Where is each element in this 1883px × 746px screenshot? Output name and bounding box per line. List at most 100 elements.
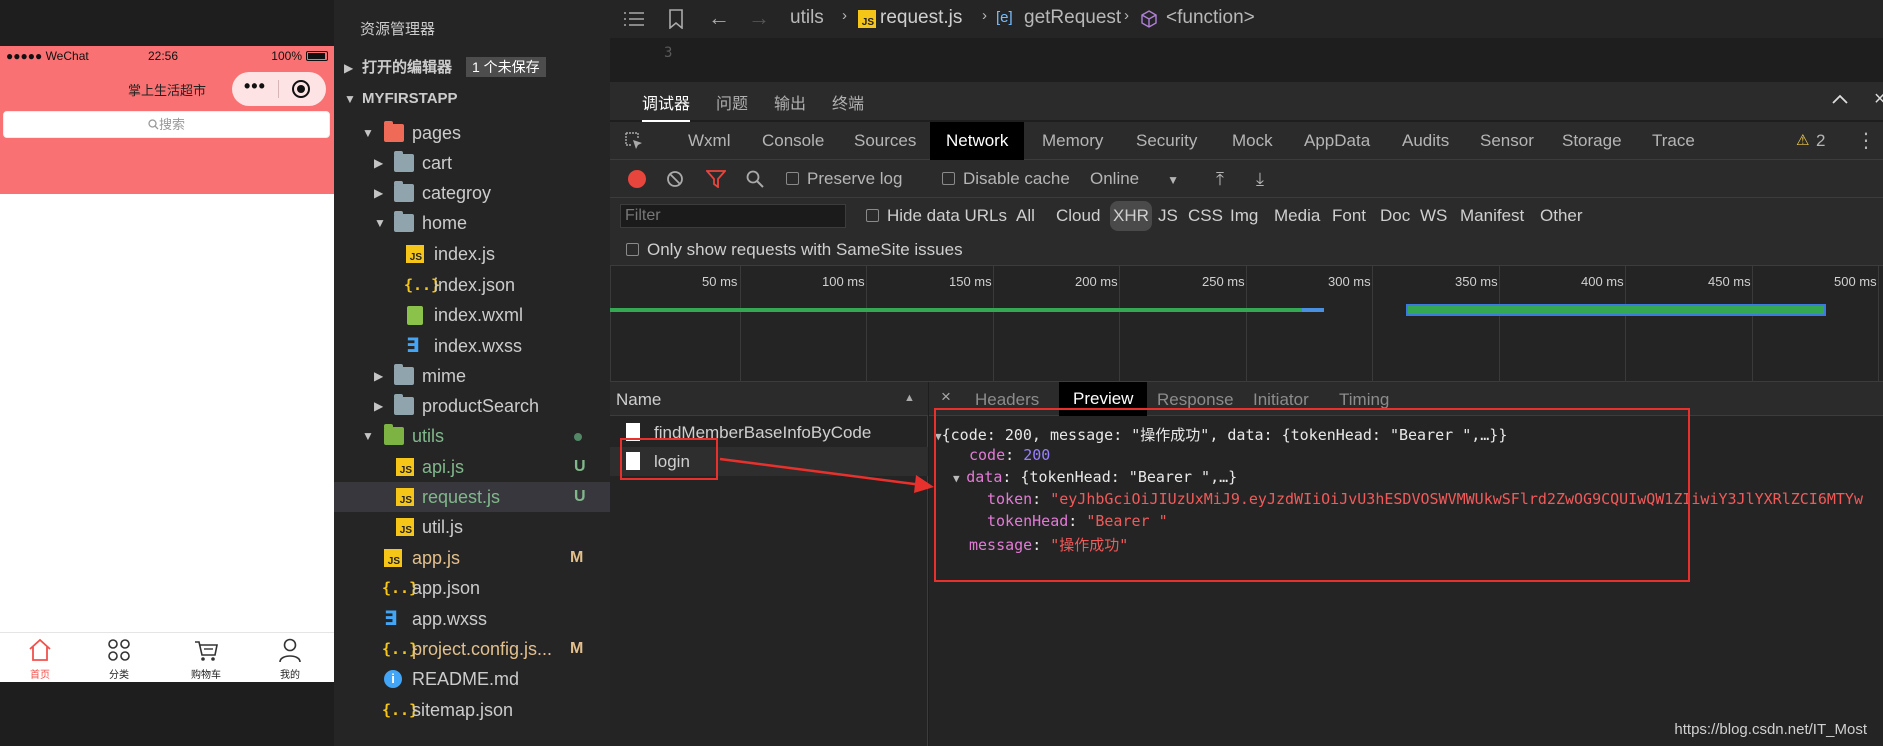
sort-asc-icon[interactable]: ▲ [904, 392, 915, 404]
warning-count[interactable]: 2 [1816, 122, 1825, 160]
tab-memory[interactable]: Memory [1042, 122, 1103, 160]
tree-item-categroy[interactable]: ▶ categroy [334, 178, 610, 208]
checkbox[interactable] [866, 209, 879, 222]
tree-item-index-json[interactable]: {..} index.json [334, 270, 610, 300]
filter-all[interactable]: All [1016, 198, 1035, 234]
breadcrumb-symbol[interactable]: getRequest [1024, 7, 1121, 29]
tree-item-pages[interactable]: ▼ pages [334, 118, 610, 148]
tab-mock[interactable]: Mock [1232, 122, 1273, 160]
tree-item-utils[interactable]: ▼ utils [334, 421, 610, 451]
tree-item-project-config[interactable]: {..} project.config.js... M [334, 634, 610, 664]
tab-problems[interactable]: 问题 [716, 90, 748, 114]
capsule-menu[interactable]: ••• [232, 72, 326, 106]
tree-item-app-js[interactable]: JS app.js M [334, 543, 610, 573]
tree-item-index-wxml[interactable]: index.wxml [334, 300, 610, 330]
filter-js[interactable]: JS [1158, 198, 1178, 234]
timeline-gridline [1246, 266, 1247, 382]
filter-icon[interactable] [706, 170, 726, 188]
filter-css[interactable]: CSS [1188, 198, 1223, 234]
list-icon[interactable] [624, 11, 644, 27]
tab-trace[interactable]: Trace [1652, 122, 1695, 160]
tab-audits[interactable]: Audits [1402, 122, 1449, 160]
samesite-checkbox[interactable]: Only show requests with SameSite issues [626, 234, 963, 266]
tab-appdata[interactable]: AppData [1304, 122, 1370, 160]
close-miniprogram-icon[interactable] [292, 80, 310, 98]
tree-item-productsearch[interactable]: ▶ productSearch [334, 391, 610, 421]
tab-security[interactable]: Security [1136, 122, 1197, 160]
tree-item-index-js[interactable]: JS index.js [334, 239, 610, 269]
import-har-icon[interactable]: ⤒ [1216, 160, 1224, 198]
tab-storage[interactable]: Storage [1562, 122, 1622, 160]
tree-item-util-js[interactable]: JS util.js [334, 512, 610, 542]
tab-response[interactable]: Response [1157, 390, 1234, 410]
filter-xhr[interactable]: XHR [1110, 201, 1152, 231]
checkbox[interactable] [942, 172, 955, 185]
tree-item-readme[interactable]: i README.md [334, 664, 610, 694]
filter-input[interactable]: Filter [620, 204, 846, 228]
forward-arrow-icon[interactable]: → [748, 5, 770, 31]
tab-initiator[interactable]: Initiator [1253, 390, 1309, 410]
search-placeholder: 搜索 [158, 117, 185, 132]
disable-cache-checkbox[interactable]: Disable cache [942, 160, 1070, 198]
tab-me[interactable]: 我的 [260, 636, 320, 681]
tab-home[interactable]: 首页 [10, 636, 70, 681]
tab-wxml[interactable]: Wxml [688, 122, 730, 160]
more-icon[interactable]: ••• [244, 76, 266, 97]
checkbox[interactable] [626, 243, 639, 256]
search-icon[interactable] [746, 170, 764, 188]
tree-item-mime[interactable]: ▶ mime [334, 361, 610, 391]
tab-console[interactable]: Console [762, 122, 824, 160]
back-arrow-icon[interactable]: ← [708, 5, 730, 31]
tree-item-cart[interactable]: ▶ cart [334, 148, 610, 178]
filter-other[interactable]: Other [1540, 198, 1583, 234]
tab-debugger[interactable]: 调试器 [642, 90, 691, 122]
preserve-log-checkbox[interactable]: Preserve log [786, 160, 902, 198]
name-column-header[interactable]: Name ▲ [610, 382, 928, 416]
breadcrumb-folder[interactable]: utils [790, 7, 824, 29]
export-har-icon[interactable]: ⤓ [1256, 160, 1264, 198]
network-timeline[interactable]: 50 ms 100 ms 150 ms 200 ms 250 ms 300 ms… [610, 266, 1883, 382]
tab-terminal[interactable]: 终端 [832, 90, 864, 114]
tree-item-home[interactable]: ▼ home [334, 208, 610, 238]
record-icon[interactable] [628, 170, 646, 188]
tree-item-api-js[interactable]: JS api.js U [334, 452, 610, 482]
tab-timing[interactable]: Timing [1339, 390, 1389, 410]
chevron-up-icon[interactable] [1832, 94, 1848, 104]
throttle-select[interactable]: Online ▼ [1090, 160, 1179, 198]
tree-item-sitemap-json[interactable]: {..} sitemap.json [334, 695, 610, 725]
filter-doc[interactable]: Doc [1380, 198, 1410, 234]
checkbox[interactable] [786, 172, 799, 185]
breadcrumb-function[interactable]: <function> [1166, 7, 1255, 29]
search-input[interactable]: 搜索 [3, 111, 330, 138]
filter-cloud[interactable]: Cloud [1056, 198, 1100, 234]
tab-cart[interactable]: 购物车 [176, 636, 236, 681]
more-vert-icon[interactable]: ⋮ [1856, 122, 1876, 160]
tab-output[interactable]: 输出 [774, 90, 806, 114]
open-editors-section[interactable]: ▶ 打开的编辑器 1 个未保存 [334, 53, 610, 83]
tree-label: README.md [412, 669, 520, 689]
tab-network[interactable]: Network [930, 122, 1025, 160]
close-icon[interactable]: × [941, 387, 951, 407]
filter-manifest[interactable]: Manifest [1460, 198, 1524, 234]
filter-img[interactable]: Img [1230, 198, 1258, 234]
tree-item-request-js[interactable]: JS request.js U [334, 482, 610, 512]
tree-item-app-json[interactable]: {..} app.json [334, 573, 610, 603]
tab-category[interactable]: 分类 [89, 636, 149, 681]
filter-ws[interactable]: WS [1420, 198, 1447, 234]
filter-media[interactable]: Media [1274, 198, 1320, 234]
tree-item-index-wxss[interactable]: ∃ index.wxss [334, 331, 610, 361]
breadcrumb-file[interactable]: request.js [880, 7, 962, 29]
inspect-element-icon[interactable] [624, 131, 644, 151]
tab-sources[interactable]: Sources [854, 122, 916, 160]
tab-sensor[interactable]: Sensor [1480, 122, 1534, 160]
project-section[interactable]: ▼ MYFIRSTAPP [334, 84, 610, 114]
filter-font[interactable]: Font [1332, 198, 1366, 234]
close-icon[interactable]: × [1874, 88, 1883, 111]
editor-area[interactable]: 3 [610, 38, 1883, 74]
bookmark-icon[interactable] [668, 9, 684, 29]
hide-data-urls-checkbox[interactable]: Hide data URLs [866, 198, 1007, 234]
warning-icon[interactable]: ⚠ [1796, 122, 1809, 160]
tree-item-app-wxss[interactable]: ∃ app.wxss [334, 604, 610, 634]
tab-headers[interactable]: Headers [975, 390, 1039, 410]
clear-icon[interactable] [666, 170, 684, 188]
